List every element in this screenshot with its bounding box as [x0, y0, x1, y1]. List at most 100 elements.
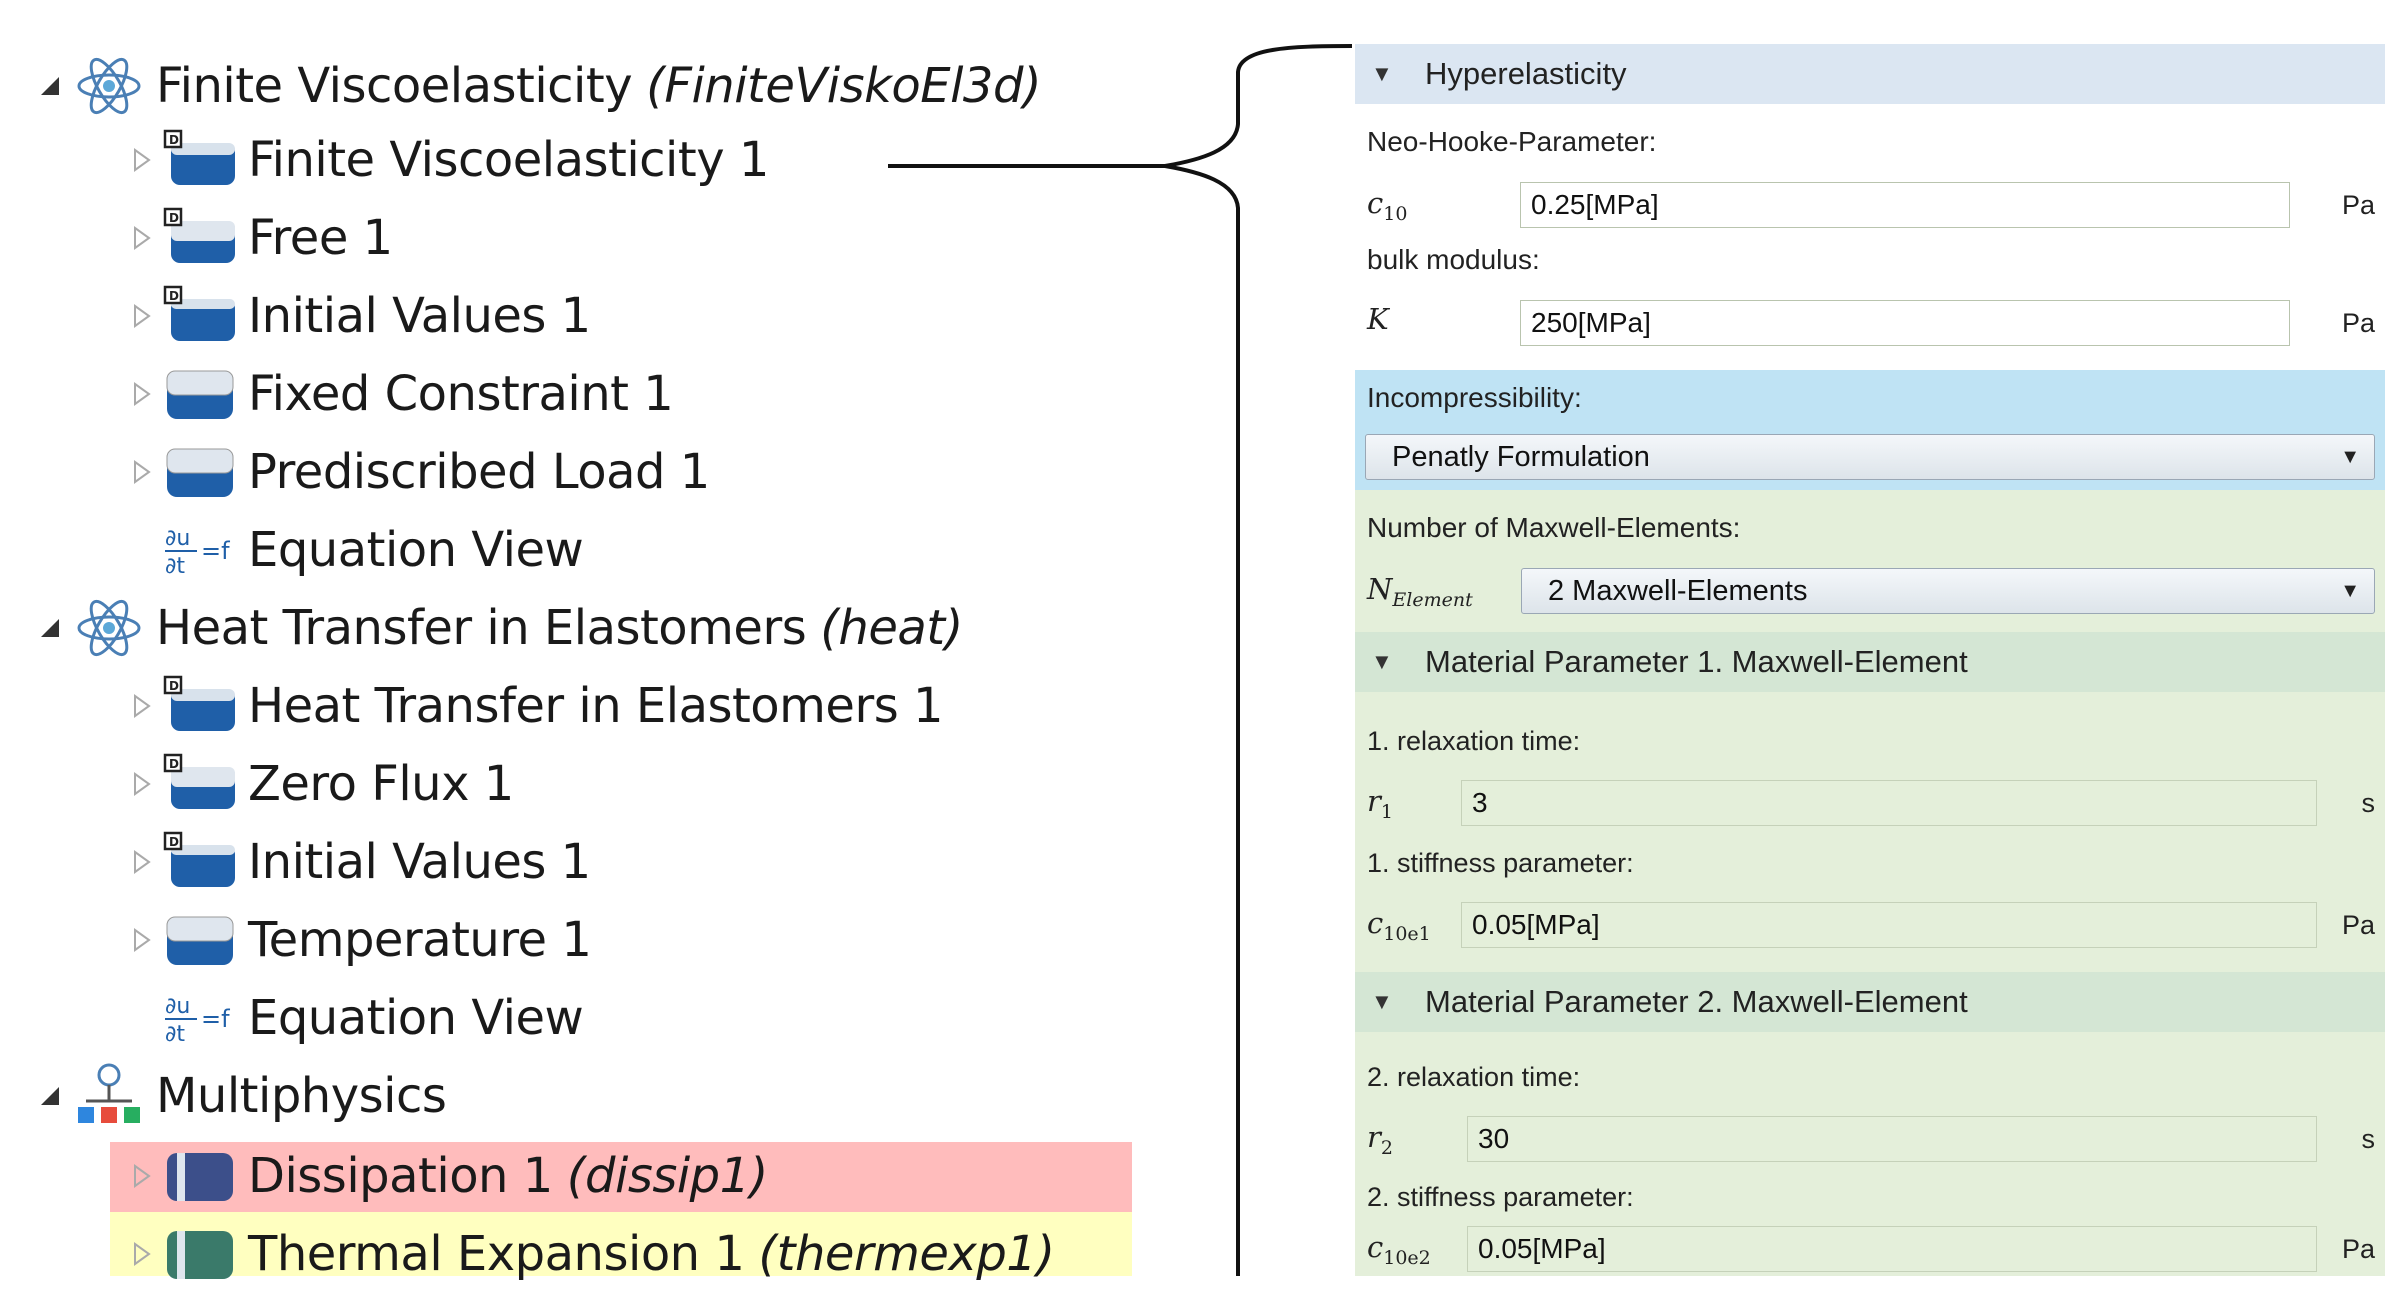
c10e1-symbol: c10e1	[1367, 906, 1431, 945]
incompressibility-label: Incompressibility:	[1367, 382, 1582, 413]
r1-input[interactable]: 3	[1461, 780, 2317, 826]
expand-triangle-icon[interactable]	[122, 694, 162, 718]
expand-triangle-icon[interactable]	[122, 772, 162, 796]
expand-triangle-icon[interactable]	[122, 460, 162, 484]
tree-node-heat-transfer-1[interactable]: D Heat Transfer in Elastomers 1	[122, 668, 944, 744]
svg-text:=f: =f	[201, 537, 230, 565]
physics-atom-icon	[70, 51, 148, 121]
section-collapse-icon[interactable]: ▼	[1371, 989, 1393, 1015]
r2-input[interactable]: 30	[1467, 1116, 2317, 1162]
svg-text:D: D	[169, 679, 179, 693]
bulk-modulus-label: bulk modulus:	[1367, 244, 1540, 275]
tree-node-temperature-1[interactable]: Temperature 1	[122, 902, 592, 978]
model-tree: Finite Viscoelasticity (FiniteViskoEl3d)…	[0, 0, 1150, 1282]
expand-triangle-icon[interactable]	[122, 850, 162, 874]
tree-node-label: Initial Values 1	[248, 288, 591, 344]
svg-text:D: D	[169, 757, 179, 771]
k-input[interactable]: 250[MPa]	[1520, 300, 2290, 346]
domain-node-default-icon: D	[162, 749, 240, 819]
boundary-node-icon	[162, 905, 240, 975]
c10e2-input[interactable]: 0.05[MPa]	[1467, 1226, 2317, 1272]
material-parameter-2-body: 2. relaxation time: r2 30 s 2. stiffness…	[1355, 1032, 2385, 1276]
maxwell-count-select[interactable]: 2 Maxwell-Elements ▼	[1521, 568, 2375, 614]
section-collapse-icon[interactable]: ▼	[1371, 649, 1393, 675]
expand-triangle-icon[interactable]	[122, 304, 162, 328]
c10-input[interactable]: 0.25[MPa]	[1520, 182, 2290, 228]
tree-node-finite-viscoelasticity-1[interactable]: D Finite Viscoelasticity 1	[122, 122, 769, 198]
coupling-node-icon	[162, 1141, 240, 1211]
svg-text:D: D	[169, 133, 179, 147]
boundary-node-icon	[162, 437, 240, 507]
domain-node-default-icon: D	[162, 281, 240, 351]
c10e2-symbol: c10e2	[1367, 1230, 1431, 1269]
tree-node-label: Temperature 1	[248, 912, 592, 968]
expand-triangle-icon[interactable]	[122, 1164, 162, 1188]
svg-text:D: D	[169, 835, 179, 849]
section-title: Material Parameter 1. Maxwell-Element	[1425, 644, 1968, 679]
svg-text:∂u: ∂u	[165, 526, 190, 551]
section-header-material-parameter-1[interactable]: ▼ Material Parameter 1. Maxwell-Element	[1355, 632, 2385, 692]
expand-triangle-icon[interactable]	[122, 226, 162, 250]
tree-node-label: Thermal Expansion 1	[248, 1226, 745, 1282]
c10e1-unit: Pa	[2341, 910, 2375, 940]
stiffness-parameter-2-label: 2. stiffness parameter:	[1367, 1182, 1634, 1212]
k-unit: Pa	[2341, 308, 2375, 338]
incompressibility-select[interactable]: Penatly Formulation ▼	[1365, 434, 2375, 480]
tree-node-dissipation-1[interactable]: Dissipation 1 (dissip1)	[122, 1138, 768, 1214]
r2-unit: s	[2361, 1124, 2376, 1154]
tree-node-label: Multiphysics	[156, 1068, 447, 1124]
tree-node-label: Dissipation 1	[248, 1148, 553, 1204]
svg-text:∂t: ∂t	[165, 1022, 185, 1047]
maxwell-count-label: Number of Maxwell-Elements:	[1367, 512, 1741, 543]
r1-symbol: r1	[1367, 784, 1393, 823]
expand-triangle-icon[interactable]	[122, 148, 162, 172]
svg-text:∂u: ∂u	[165, 994, 190, 1019]
section-header-material-parameter-2[interactable]: ▼ Material Parameter 2. Maxwell-Element	[1355, 972, 2385, 1032]
maxwell-count-block: Number of Maxwell-Elements: NElement 2 M…	[1355, 490, 2385, 632]
k-symbol: K	[1367, 302, 1389, 336]
tree-node-label: Fixed Constraint 1	[248, 366, 674, 422]
tree-node-label: Finite Viscoelasticity	[156, 58, 633, 114]
tree-node-heat-transfer[interactable]: Heat Transfer in Elastomers (heat)	[30, 590, 963, 666]
tree-node-label: Free 1	[248, 210, 393, 266]
chevron-down-icon: ▼	[2340, 580, 2360, 602]
tree-node-equation-view[interactable]: ∂u ∂t =f Equation View	[122, 512, 584, 588]
expand-triangle-icon[interactable]	[122, 928, 162, 952]
tree-node-tag: (dissip1)	[566, 1148, 769, 1204]
collapse-triangle-icon[interactable]	[30, 1085, 70, 1107]
expand-triangle-icon[interactable]	[122, 1242, 162, 1266]
tree-node-label: Zero Flux 1	[248, 756, 514, 812]
tree-node-initial-values-1[interactable]: D Initial Values 1	[122, 278, 591, 354]
collapse-triangle-icon[interactable]	[30, 617, 70, 639]
tree-node-free-1[interactable]: D Free 1	[122, 200, 393, 276]
collapse-triangle-icon[interactable]	[30, 75, 70, 97]
equation-view-icon: ∂u ∂t =f	[162, 515, 240, 585]
tree-node-thermal-expansion-1[interactable]: Thermal Expansion 1 (thermexp1)	[122, 1216, 1055, 1292]
relaxation-time-2-label: 2. relaxation time:	[1367, 1062, 1581, 1092]
tree-node-finite-viscoelasticity[interactable]: Finite Viscoelasticity (FiniteViskoEl3d)	[30, 48, 1042, 124]
tree-node-label: Heat Transfer in Elastomers	[156, 600, 807, 656]
tree-node-prediscribed-load-1[interactable]: Prediscribed Load 1	[122, 434, 710, 510]
section-header-hyperelasticity[interactable]: ▼ Hyperelasticity	[1355, 44, 2385, 104]
neo-hooke-label: Neo-Hooke-Parameter:	[1367, 126, 1657, 157]
chevron-down-icon: ▼	[2340, 446, 2360, 468]
expand-triangle-icon[interactable]	[122, 382, 162, 406]
stiffness-parameter-1-label: 1. stiffness parameter:	[1367, 848, 1634, 878]
domain-node-default-icon: D	[162, 125, 240, 195]
tree-node-fixed-constraint-1[interactable]: Fixed Constraint 1	[122, 356, 674, 432]
physics-atom-icon	[70, 593, 148, 663]
settings-panel: ▼ Hyperelasticity Neo-Hooke-Parameter: c…	[1355, 44, 2385, 1276]
tree-node-multiphysics[interactable]: Multiphysics	[30, 1058, 447, 1134]
c10e1-input[interactable]: 0.05[MPa]	[1461, 902, 2317, 948]
section-collapse-icon[interactable]: ▼	[1371, 61, 1393, 87]
svg-text:D: D	[169, 289, 179, 303]
tree-node-zero-flux-1[interactable]: D Zero Flux 1	[122, 746, 514, 822]
tree-node-equation-view-heat[interactable]: ∂u ∂t =f Equation View	[122, 980, 584, 1056]
svg-text:D: D	[169, 211, 179, 225]
tree-node-label: Finite Viscoelasticity 1	[248, 132, 769, 188]
tree-node-label: Heat Transfer in Elastomers 1	[248, 678, 944, 734]
tree-node-tag: (heat)	[820, 600, 963, 656]
tree-node-label: Equation View	[248, 990, 584, 1046]
relaxation-time-1-label: 1. relaxation time:	[1367, 726, 1581, 756]
tree-node-initial-values-1-heat[interactable]: D Initial Values 1	[122, 824, 591, 900]
